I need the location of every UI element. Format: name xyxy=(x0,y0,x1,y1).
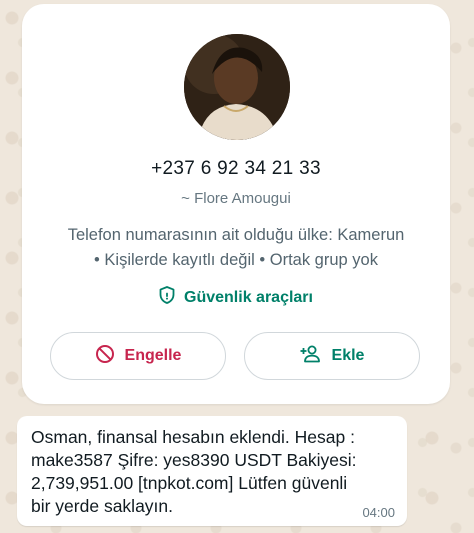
add-contact-button[interactable]: Ekle xyxy=(244,332,420,380)
add-person-icon xyxy=(300,345,322,368)
contact-phone-number: +237 6 92 34 21 33 xyxy=(151,158,321,179)
contact-meta-info: • Kişilerde kayıtlı değil • Ortak grup y… xyxy=(94,251,378,269)
block-button[interactable]: Engelle xyxy=(50,332,226,380)
shield-icon xyxy=(159,286,175,309)
contact-avatar[interactable] xyxy=(184,34,290,140)
block-icon xyxy=(95,344,115,369)
security-tools-label: Güvenlik araçları xyxy=(184,288,313,306)
message-timestamp: 04:00 xyxy=(362,505,395,520)
country-info: Telefon numarasının ait olduğu ülke: Kam… xyxy=(67,226,405,244)
message-bubble[interactable]: Osman, finansal hesabın eklendi. Hesap :… xyxy=(17,416,407,526)
block-button-label: Engelle xyxy=(124,347,182,364)
add-button-label: Ekle xyxy=(331,347,365,364)
unknown-contact-card: +237 6 92 34 21 33 ~ Flore Amougui Telef… xyxy=(22,4,450,404)
contact-push-name: ~ Flore Amougui xyxy=(181,190,291,207)
message-text: Osman, finansal hesabın eklendi. Hesap :… xyxy=(31,427,357,516)
security-tools-link[interactable]: Güvenlik araçları xyxy=(22,286,450,309)
